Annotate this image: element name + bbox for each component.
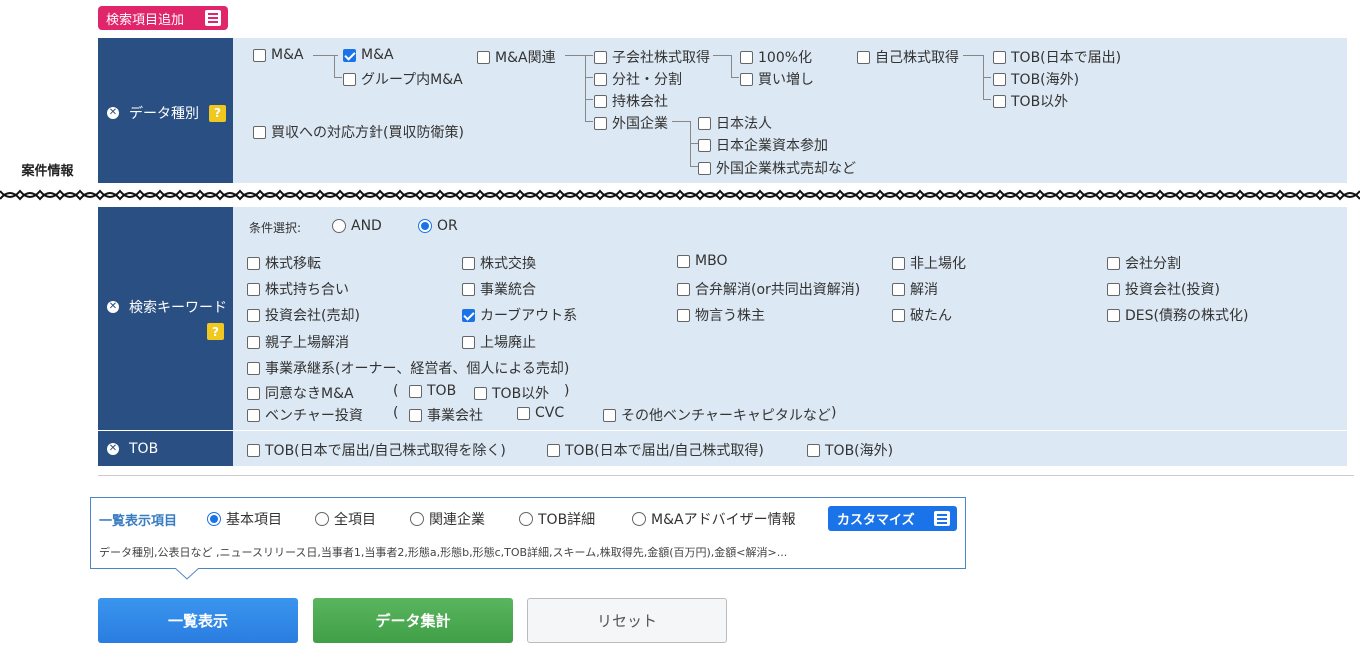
remove-icon[interactable]: ✕ xyxy=(107,301,119,313)
checkbox-subsidiary[interactable]: 子会社株式取得 xyxy=(594,47,710,67)
keyword-checkbox[interactable]: MBO xyxy=(677,253,727,269)
checkbox-v-corp[interactable]: 事業会社 xyxy=(409,405,483,425)
tob-label-cell: ✕ TOB xyxy=(98,431,233,466)
keyword-label-cell: ✕ 検索キーワード ? xyxy=(98,207,233,430)
keyword-checkbox[interactable]: 物言う株主 xyxy=(677,305,765,325)
checkbox-holding[interactable]: 持株会社 xyxy=(594,91,668,111)
keyword-checkbox[interactable]: DES(債務の株式化) xyxy=(1107,305,1248,325)
help-icon[interactable]: ? xyxy=(209,104,226,122)
keyword-checkbox[interactable]: 合弁解消(or共同出資解消) xyxy=(677,279,860,299)
remove-icon[interactable]: ✕ xyxy=(107,107,119,119)
checkbox-group-ma[interactable]: グループ内M&A xyxy=(343,69,463,89)
checkbox-split[interactable]: 分社・分割 xyxy=(594,69,682,89)
keyword-checkbox[interactable]: 株式持ち合い xyxy=(247,279,349,299)
checkbox-venture[interactable]: ベンチャー投資 xyxy=(247,405,363,425)
radio-and[interactable]: AND xyxy=(332,218,382,234)
list-icon xyxy=(205,10,221,26)
checkbox-v-other[interactable]: その他ベンチャーキャピタルなど xyxy=(603,405,831,425)
checkbox-nc-tob-other[interactable]: TOB以外 xyxy=(474,383,549,403)
checkbox-foreign-sale[interactable]: 外国企業株式売却など xyxy=(698,158,856,178)
reset-button[interactable]: リセット xyxy=(527,598,727,643)
checkbox-tob-opt3[interactable]: TOB(海外) xyxy=(807,440,893,460)
checkbox-tob-opt2[interactable]: TOB(日本で届出/自己株式取得) xyxy=(547,440,764,460)
help-icon[interactable]: ? xyxy=(207,323,224,340)
checkbox-ma-related[interactable]: M&A関連 xyxy=(477,47,556,67)
add-search-item-label: 検索項目追加 xyxy=(106,12,185,28)
display-option-radio[interactable]: 基本項目 xyxy=(207,509,282,529)
category-label: 案件情報 xyxy=(21,164,74,179)
wave-divider xyxy=(0,183,1360,207)
paren-close: ) xyxy=(831,405,837,421)
keyword-checkbox[interactable]: カーブアウト系 xyxy=(462,305,577,325)
list-icon xyxy=(934,511,950,526)
checkbox-v-cvc[interactable]: CVC xyxy=(517,405,564,421)
data-type-label: データ種別 xyxy=(129,106,199,122)
checkbox-foreign[interactable]: 外国企業 xyxy=(594,113,668,133)
keyword-checkbox[interactable]: 会社分割 xyxy=(1107,253,1181,273)
display-option-radio[interactable]: 全項目 xyxy=(315,509,376,529)
display-summary: データ種別,公表日など ,ニュースリリース日,当事者1,当事者2,形態a,形態b… xyxy=(99,546,788,559)
keyword-checkbox[interactable]: 事業統合 xyxy=(462,279,536,299)
checkbox-jp-corp[interactable]: 日本法人 xyxy=(698,113,772,133)
add-search-item-button[interactable]: 検索項目追加 xyxy=(98,6,228,30)
keyword-checkbox[interactable]: 株式交換 xyxy=(462,253,536,273)
checkbox-jp-capital[interactable]: 日本企業資本参加 xyxy=(698,135,828,155)
condition-label: 条件選択: xyxy=(249,221,302,235)
keyword-checkbox[interactable]: 破たん xyxy=(892,305,952,325)
paren-open: ( xyxy=(393,383,399,399)
checkbox-own-stock[interactable]: 自己株式取得 xyxy=(857,47,959,67)
remove-icon[interactable]: ✕ xyxy=(107,442,119,455)
display-option-radio[interactable]: TOB詳細 xyxy=(519,509,595,529)
checkbox-100pct[interactable]: 100%化 xyxy=(740,47,812,67)
checkbox-ma[interactable]: M&A xyxy=(343,47,394,63)
customize-button[interactable]: カスタマイズ xyxy=(828,506,957,531)
display-option-radio[interactable]: M&Aアドバイザー情報 xyxy=(632,509,796,529)
tob-label: TOB xyxy=(129,440,159,457)
data-type-label-cell: ✕ データ種別 ? xyxy=(98,38,233,188)
list-display-button[interactable]: 一覧表示 xyxy=(98,598,298,643)
paren-close: ) xyxy=(564,383,570,399)
checkbox-no-consent[interactable]: 同意なきM&A xyxy=(247,383,354,403)
checkbox-succession[interactable]: 事業承継系(オーナー、経営者、個人による売却) xyxy=(247,358,569,378)
keyword-checkbox[interactable]: 非上場化 xyxy=(892,253,966,273)
keyword-checkbox[interactable]: 株式移転 xyxy=(247,253,321,273)
caret-down-icon xyxy=(175,568,199,580)
radio-or[interactable]: OR xyxy=(418,218,458,234)
display-option-radio[interactable]: 関連企業 xyxy=(410,509,485,529)
keyword-checkbox[interactable]: 親子上場解消 xyxy=(247,332,349,352)
aggregate-button[interactable]: データ集計 xyxy=(313,598,513,643)
checkbox-defense[interactable]: 買収への対応方針(買収防衛策) xyxy=(253,122,464,142)
checkbox-tob-foreign[interactable]: TOB(海外) xyxy=(993,69,1079,89)
checkbox-tob-other[interactable]: TOB以外 xyxy=(993,91,1068,111)
checkbox-buy-more[interactable]: 買い増し xyxy=(740,69,814,89)
paren-open: ( xyxy=(393,405,399,421)
keyword-checkbox[interactable]: 投資会社(売却) xyxy=(247,305,360,325)
display-items-label: 一覧表示項目 xyxy=(99,514,178,529)
checkbox-nc-tob[interactable]: TOB xyxy=(409,383,456,399)
keyword-checkbox[interactable]: 投資会社(投資) xyxy=(1107,279,1220,299)
checkbox-ma-root[interactable]: M&A xyxy=(253,47,304,63)
keyword-label: 検索キーワード xyxy=(129,300,227,316)
keyword-checkbox[interactable]: 上場廃止 xyxy=(462,332,536,352)
keyword-checkbox[interactable]: 解消 xyxy=(892,279,938,299)
checkbox-tob-opt1[interactable]: TOB(日本で届出/自己株式取得を除く) xyxy=(247,440,506,460)
checkbox-tob-jp[interactable]: TOB(日本で届出) xyxy=(993,47,1121,67)
